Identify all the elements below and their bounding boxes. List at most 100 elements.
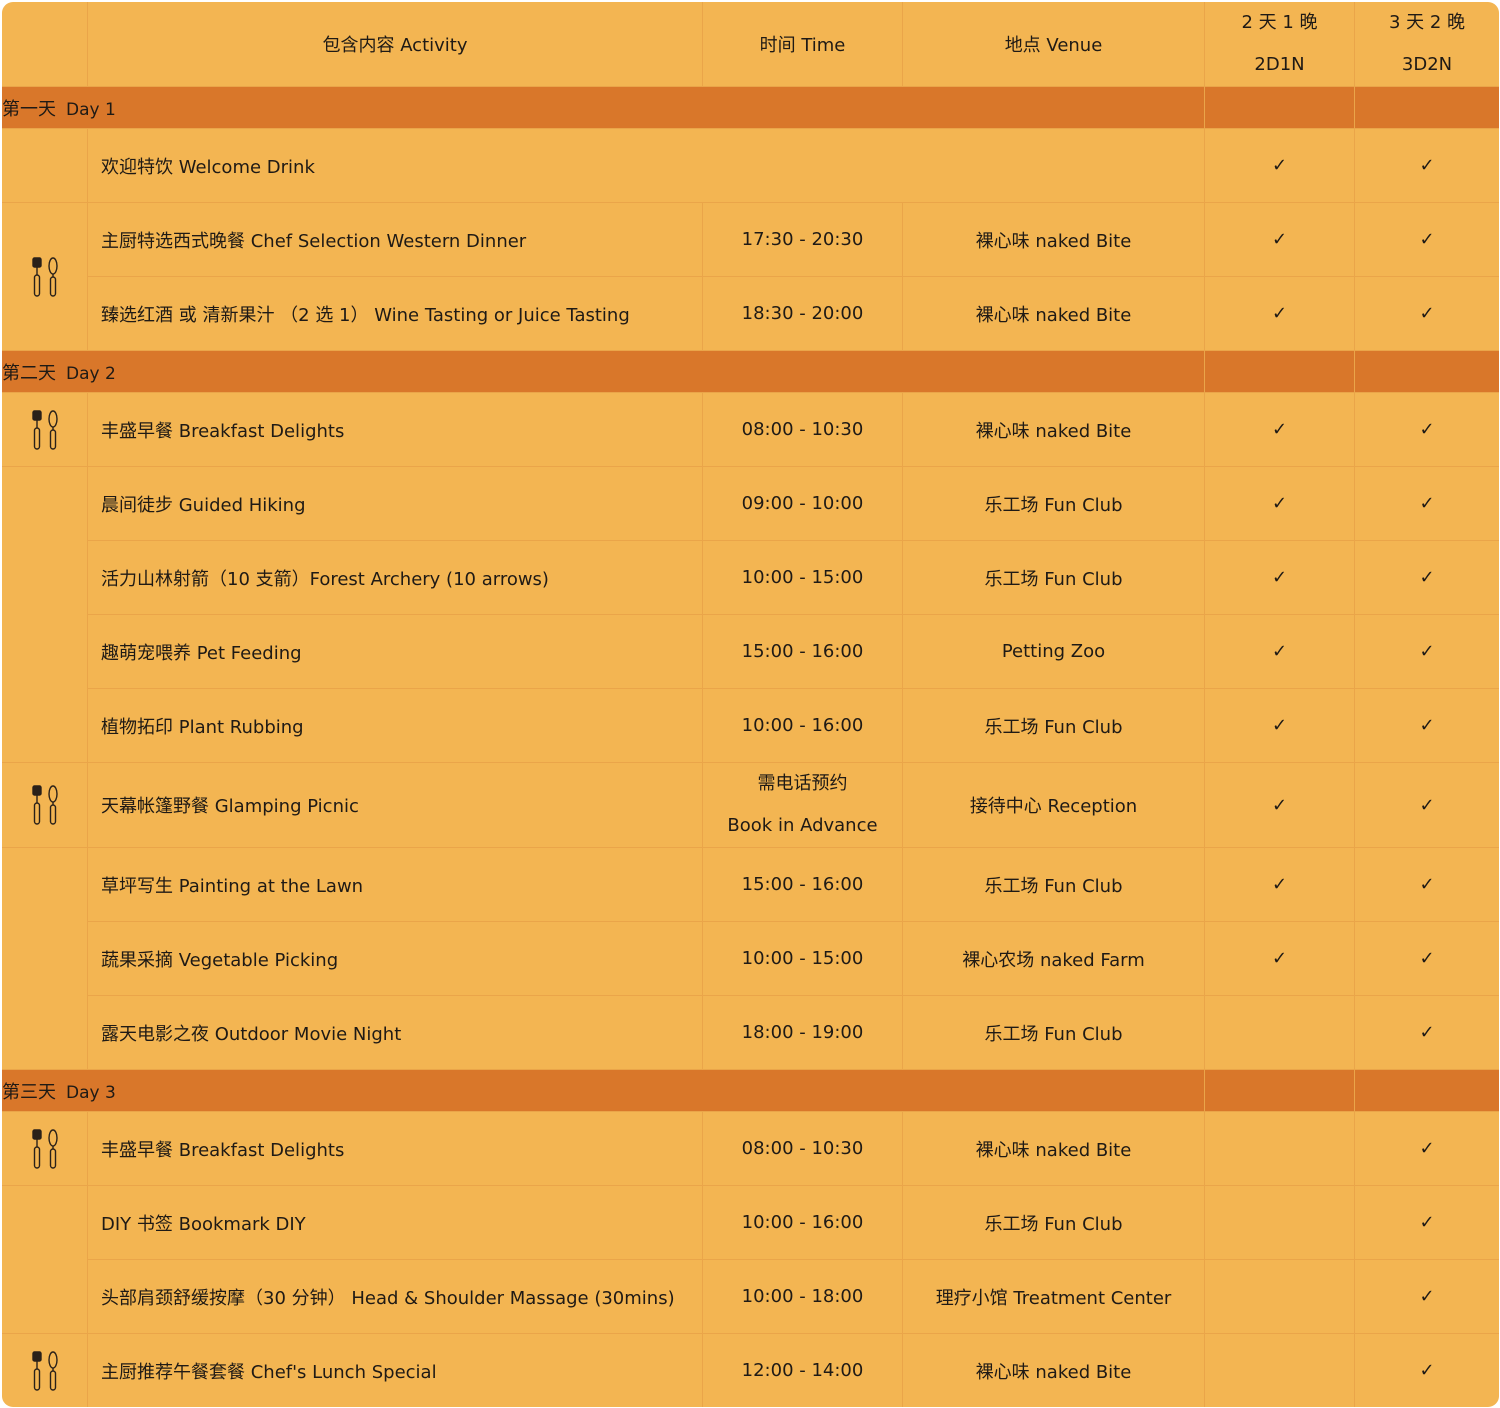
row-icon-cell: [2, 1185, 88, 1334]
venue-cell: 乐工场 Fun Club: [902, 466, 1205, 541]
pkg2-check: ✓: [1354, 128, 1499, 203]
venue-cell: 乐工场 Fun Club: [902, 540, 1205, 615]
activity-cell: 欢迎特饮 Welcome Drink: [87, 128, 1205, 203]
table-row: 活力山林射箭（10 支箭）Forest Archery (10 arrows) …: [2, 540, 1499, 615]
activity-cell: 丰盛早餐 Breakfast Delights: [87, 1111, 703, 1186]
pkg1-check: ✓: [1204, 202, 1355, 277]
activity-cell: 主厨特选西式晚餐 Chef Selection Western Dinner: [87, 202, 703, 277]
row-icon-cell: [2, 392, 88, 467]
pkg1-check: ✓: [1204, 614, 1355, 689]
header-package-3d2n: 3 天 2 晚 3D2N: [1354, 2, 1499, 87]
day-3-label-zh: 第三天: [2, 1081, 56, 1103]
pkg1-check: ✓: [1204, 466, 1355, 541]
time-cell: 15:00 - 16:00: [702, 614, 903, 689]
table-row: 主厨推荐午餐套餐 Chef's Lunch Special 12:00 - 14…: [2, 1333, 1499, 1407]
utensils-icon: [31, 1128, 58, 1169]
table-row: 丰盛早餐 Breakfast Delights 08:00 - 10:30 裸心…: [2, 392, 1499, 467]
day-1-label-zh: 第一天: [2, 98, 56, 120]
pkg1-check: ✓: [1204, 392, 1355, 467]
venue-cell: 接待中心 Reception: [902, 762, 1205, 848]
pkg2-check: ✓: [1354, 688, 1499, 763]
pkg2-check: ✓: [1354, 1333, 1499, 1407]
venue-cell: 裸心味 naked Bite: [902, 202, 1205, 277]
venue-cell: 理疗小馆 Treatment Center: [902, 1259, 1205, 1334]
time-cell: 08:00 - 10:30: [702, 1111, 903, 1186]
pkg2-check: ✓: [1354, 995, 1499, 1070]
activity-cell: 丰盛早餐 Breakfast Delights: [87, 392, 703, 467]
time-line-zh: 需电话预约: [757, 773, 848, 794]
activity-cell: 头部肩颈舒缓按摩（30 分钟） Head & Shoulder Massage …: [87, 1259, 703, 1334]
day-1-pkg1-blank: [1204, 86, 1355, 129]
table-row: 植物拓印 Plant Rubbing 10:00 - 16:00 乐工场 Fun…: [2, 688, 1499, 763]
pkg2-check: ✓: [1354, 1111, 1499, 1186]
pkg1-check: ✓: [1204, 921, 1355, 996]
pkg2-check: ✓: [1354, 921, 1499, 996]
header-icon-column: [2, 2, 88, 87]
pkg1-check: [1204, 1111, 1355, 1186]
table-row: 丰盛早餐 Breakfast Delights 08:00 - 10:30 裸心…: [2, 1111, 1499, 1186]
itinerary-table: 包含内容 Activity 时间 Time 地点 Venue 2 天 1 晚 2…: [1, 1, 1500, 1408]
row-icon-cell: [2, 1111, 88, 1186]
day-3-label: 第三天 Day 3: [2, 1069, 1205, 1112]
pkg1-check: ✓: [1204, 688, 1355, 763]
pkg1-check: [1204, 1333, 1355, 1407]
venue-cell: 裸心味 naked Bite: [902, 1111, 1205, 1186]
utensils-icon: [31, 785, 58, 825]
header-package-2d1n-zh: 2 天 1 晚: [1241, 12, 1318, 33]
pkg1-check: ✓: [1204, 762, 1355, 848]
table-row: 天幕帐篷野餐 Glamping Picnic 需电话预约 Book in Adv…: [2, 762, 1499, 848]
day-2-pkg1-blank: [1204, 350, 1355, 393]
table-row: 晨间徒步 Guided Hiking 09:00 - 10:00 乐工场 Fun…: [2, 466, 1499, 763]
activity-cell: 主厨推荐午餐套餐 Chef's Lunch Special: [87, 1333, 703, 1407]
row-icon-cell: [2, 128, 88, 203]
time-cell: 需电话预约 Book in Advance: [702, 762, 903, 848]
day-3-pkg2-blank: [1354, 1069, 1499, 1112]
pkg2-check: ✓: [1354, 1185, 1499, 1260]
row-icon-cell: [2, 202, 88, 351]
table-header: 包含内容 Activity 时间 Time 地点 Venue 2 天 1 晚 2…: [2, 2, 1499, 87]
pkg2-check: ✓: [1354, 762, 1499, 848]
pkg1-check: [1204, 995, 1355, 1070]
header-package-3d2n-zh: 3 天 2 晚: [1388, 12, 1466, 33]
pkg2-check: ✓: [1354, 614, 1499, 689]
activity-cell: 露天电影之夜 Outdoor Movie Night: [87, 995, 703, 1070]
venue-cell: 乐工场 Fun Club: [902, 688, 1205, 763]
activity-cell: 蔬果采摘 Vegetable Picking: [87, 921, 703, 996]
pkg2-check: ✓: [1354, 1259, 1499, 1334]
row-icon-cell: [2, 762, 88, 848]
activity-cell: 植物拓印 Plant Rubbing: [87, 688, 703, 763]
pkg1-check: [1204, 1259, 1355, 1334]
pkg2-check: ✓: [1354, 392, 1499, 467]
pkg2-check: ✓: [1354, 847, 1499, 922]
table-row: 臻选红酒 或 清新果汁 （2 选 1） Wine Tasting or Juic…: [2, 276, 1499, 351]
table-row: 趣萌宠喂养 Pet Feeding 15:00 - 16:00 Petting …: [2, 614, 1499, 689]
row-icon-cell: [2, 847, 88, 1070]
header-venue: 地点 Venue: [902, 2, 1205, 87]
pkg1-check: ✓: [1204, 128, 1355, 203]
venue-cell: 裸心农场 naked Farm: [902, 921, 1205, 996]
table-row: 露天电影之夜 Outdoor Movie Night 18:00 - 19:00…: [2, 995, 1499, 1070]
row-icon-cell: [2, 466, 88, 763]
time-cell: 10:00 - 15:00: [702, 921, 903, 996]
table-row: 蔬果采摘 Vegetable Picking 10:00 - 15:00 裸心农…: [2, 921, 1499, 996]
table-row: DIY 书签 Bookmark DIY 10:00 - 16:00 乐工场 Fu…: [2, 1185, 1499, 1334]
day-1-label-en: Day 1: [66, 99, 116, 120]
activity-cell: 臻选红酒 或 清新果汁 （2 选 1） Wine Tasting or Juic…: [87, 276, 703, 351]
activity-cell: 趣萌宠喂养 Pet Feeding: [87, 614, 703, 689]
table-row: 欢迎特饮 Welcome Drink ✓ ✓: [2, 128, 1499, 203]
time-cell: 09:00 - 10:00: [702, 466, 903, 541]
pkg1-check: ✓: [1204, 847, 1355, 922]
activity-cell: 天幕帐篷野餐 Glamping Picnic: [87, 762, 703, 848]
header-package-3d2n-en: 3D2N: [1401, 54, 1453, 75]
table-row: 主厨特选西式晚餐 Chef Selection Western Dinner 1…: [2, 202, 1499, 351]
day-3-header: 第三天 Day 3: [2, 1069, 1499, 1112]
venue-cell: 乐工场 Fun Club: [902, 847, 1205, 922]
activity-cell: 活力山林射箭（10 支箭）Forest Archery (10 arrows): [87, 540, 703, 615]
day-1-label: 第一天 Day 1: [2, 86, 1205, 129]
utensils-icon: [31, 256, 58, 297]
table-row: 草坪写生 Painting at the Lawn 15:00 - 16:00 …: [2, 847, 1499, 1070]
time-cell: 10:00 - 16:00: [702, 688, 903, 763]
day-2-label-en: Day 2: [66, 363, 116, 384]
day-2-label: 第二天 Day 2: [2, 350, 1205, 393]
pkg1-check: ✓: [1204, 276, 1355, 351]
